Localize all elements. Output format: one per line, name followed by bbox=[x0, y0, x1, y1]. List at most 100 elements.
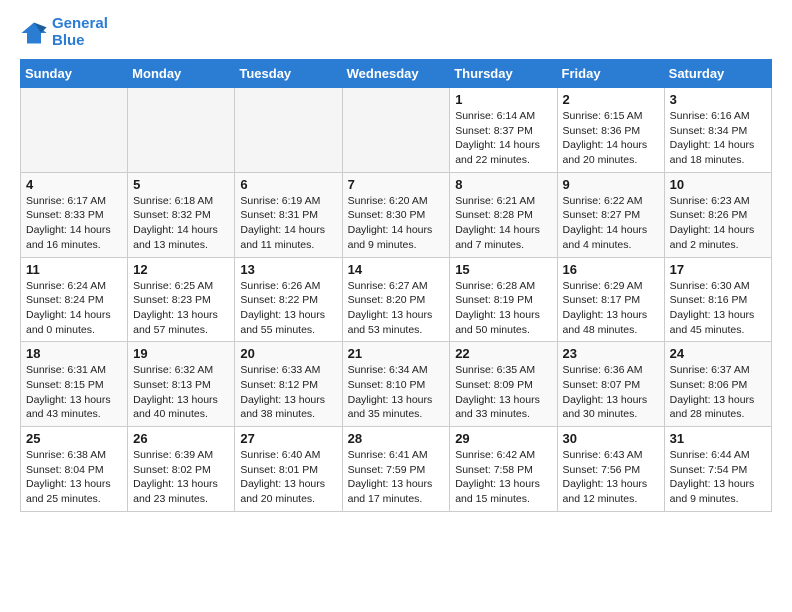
calendar-header-row: SundayMondayTuesdayWednesdayThursdayFrid… bbox=[21, 60, 772, 88]
weekday-header: Thursday bbox=[450, 60, 557, 88]
day-number: 14 bbox=[348, 262, 445, 277]
day-number: 22 bbox=[455, 346, 551, 361]
calendar-cell: 30 Sunrise: 6:43 AM Sunset: 7:56 PM Dayli… bbox=[557, 427, 664, 512]
day-number: 18 bbox=[26, 346, 122, 361]
day-number: 26 bbox=[133, 431, 229, 446]
day-info: Sunrise: 6:25 AM Sunset: 8:23 PM Dayligh… bbox=[133, 279, 229, 338]
logo: General Blue bbox=[20, 16, 108, 49]
day-info: Sunrise: 6:40 AM Sunset: 8:01 PM Dayligh… bbox=[240, 448, 336, 507]
day-info: Sunrise: 6:35 AM Sunset: 8:09 PM Dayligh… bbox=[455, 363, 551, 422]
calendar-cell: 18 Sunrise: 6:31 AM Sunset: 8:15 PM Dayli… bbox=[21, 342, 128, 427]
calendar-cell: 7 Sunrise: 6:20 AM Sunset: 8:30 PM Daylig… bbox=[342, 172, 450, 257]
day-info: Sunrise: 6:16 AM Sunset: 8:34 PM Dayligh… bbox=[670, 109, 766, 168]
calendar-cell: 8 Sunrise: 6:21 AM Sunset: 8:28 PM Daylig… bbox=[450, 172, 557, 257]
day-number: 8 bbox=[455, 177, 551, 192]
day-info: Sunrise: 6:19 AM Sunset: 8:31 PM Dayligh… bbox=[240, 194, 336, 253]
calendar-cell: 13 Sunrise: 6:26 AM Sunset: 8:22 PM Dayli… bbox=[235, 257, 342, 342]
calendar-cell bbox=[235, 88, 342, 173]
calendar-cell: 9 Sunrise: 6:22 AM Sunset: 8:27 PM Daylig… bbox=[557, 172, 664, 257]
day-info: Sunrise: 6:38 AM Sunset: 8:04 PM Dayligh… bbox=[26, 448, 122, 507]
calendar-cell: 14 Sunrise: 6:27 AM Sunset: 8:20 PM Dayli… bbox=[342, 257, 450, 342]
calendar-cell bbox=[342, 88, 450, 173]
day-info: Sunrise: 6:44 AM Sunset: 7:54 PM Dayligh… bbox=[670, 448, 766, 507]
logo-text: General Blue bbox=[52, 16, 108, 49]
logo-icon bbox=[20, 19, 48, 47]
day-info: Sunrise: 6:41 AM Sunset: 7:59 PM Dayligh… bbox=[348, 448, 445, 507]
day-info: Sunrise: 6:23 AM Sunset: 8:26 PM Dayligh… bbox=[670, 194, 766, 253]
day-info: Sunrise: 6:31 AM Sunset: 8:15 PM Dayligh… bbox=[26, 363, 122, 422]
calendar-cell bbox=[128, 88, 235, 173]
weekday-header: Sunday bbox=[21, 60, 128, 88]
calendar-week-row: 18 Sunrise: 6:31 AM Sunset: 8:15 PM Dayli… bbox=[21, 342, 772, 427]
weekday-header: Friday bbox=[557, 60, 664, 88]
calendar-cell: 29 Sunrise: 6:42 AM Sunset: 7:58 PM Dayli… bbox=[450, 427, 557, 512]
day-number: 6 bbox=[240, 177, 336, 192]
day-info: Sunrise: 6:42 AM Sunset: 7:58 PM Dayligh… bbox=[455, 448, 551, 507]
calendar-cell: 3 Sunrise: 6:16 AM Sunset: 8:34 PM Daylig… bbox=[664, 88, 771, 173]
day-info: Sunrise: 6:29 AM Sunset: 8:17 PM Dayligh… bbox=[563, 279, 659, 338]
day-number: 23 bbox=[563, 346, 659, 361]
day-info: Sunrise: 6:20 AM Sunset: 8:30 PM Dayligh… bbox=[348, 194, 445, 253]
day-info: Sunrise: 6:17 AM Sunset: 8:33 PM Dayligh… bbox=[26, 194, 122, 253]
calendar-cell: 4 Sunrise: 6:17 AM Sunset: 8:33 PM Daylig… bbox=[21, 172, 128, 257]
day-info: Sunrise: 6:22 AM Sunset: 8:27 PM Dayligh… bbox=[563, 194, 659, 253]
day-info: Sunrise: 6:18 AM Sunset: 8:32 PM Dayligh… bbox=[133, 194, 229, 253]
calendar-cell: 22 Sunrise: 6:35 AM Sunset: 8:09 PM Dayli… bbox=[450, 342, 557, 427]
day-number: 2 bbox=[563, 92, 659, 107]
day-info: Sunrise: 6:14 AM Sunset: 8:37 PM Dayligh… bbox=[455, 109, 551, 168]
calendar-cell: 12 Sunrise: 6:25 AM Sunset: 8:23 PM Dayli… bbox=[128, 257, 235, 342]
day-info: Sunrise: 6:21 AM Sunset: 8:28 PM Dayligh… bbox=[455, 194, 551, 253]
day-number: 13 bbox=[240, 262, 336, 277]
day-number: 19 bbox=[133, 346, 229, 361]
calendar: SundayMondayTuesdayWednesdayThursdayFrid… bbox=[20, 59, 772, 512]
calendar-cell: 31Sunrise: 6:44 AM Sunset: 7:54 PM Dayli… bbox=[664, 427, 771, 512]
weekday-header: Wednesday bbox=[342, 60, 450, 88]
weekday-header: Tuesday bbox=[235, 60, 342, 88]
calendar-cell: 2 Sunrise: 6:15 AM Sunset: 8:36 PM Daylig… bbox=[557, 88, 664, 173]
day-info: Sunrise: 6:30 AM Sunset: 8:16 PM Dayligh… bbox=[670, 279, 766, 338]
calendar-week-row: 25 Sunrise: 6:38 AM Sunset: 8:04 PM Dayli… bbox=[21, 427, 772, 512]
day-number: 27 bbox=[240, 431, 336, 446]
day-info: Sunrise: 6:34 AM Sunset: 8:10 PM Dayligh… bbox=[348, 363, 445, 422]
weekday-header: Monday bbox=[128, 60, 235, 88]
calendar-cell: 28 Sunrise: 6:41 AM Sunset: 7:59 PM Dayli… bbox=[342, 427, 450, 512]
day-number: 12 bbox=[133, 262, 229, 277]
calendar-cell: 10 Sunrise: 6:23 AM Sunset: 8:26 PM Dayli… bbox=[664, 172, 771, 257]
day-number: 5 bbox=[133, 177, 229, 192]
day-number: 30 bbox=[563, 431, 659, 446]
day-number: 29 bbox=[455, 431, 551, 446]
day-number: 28 bbox=[348, 431, 445, 446]
day-info: Sunrise: 6:43 AM Sunset: 7:56 PM Dayligh… bbox=[563, 448, 659, 507]
day-number: 4 bbox=[26, 177, 122, 192]
day-number: 25 bbox=[26, 431, 122, 446]
day-number: 1 bbox=[455, 92, 551, 107]
day-info: Sunrise: 6:33 AM Sunset: 8:12 PM Dayligh… bbox=[240, 363, 336, 422]
calendar-cell: 23Sunrise: 6:36 AM Sunset: 8:07 PM Dayli… bbox=[557, 342, 664, 427]
day-number: 7 bbox=[348, 177, 445, 192]
day-info: Sunrise: 6:15 AM Sunset: 8:36 PM Dayligh… bbox=[563, 109, 659, 168]
day-info: Sunrise: 6:28 AM Sunset: 8:19 PM Dayligh… bbox=[455, 279, 551, 338]
day-info: Sunrise: 6:27 AM Sunset: 8:20 PM Dayligh… bbox=[348, 279, 445, 338]
calendar-cell: 6 Sunrise: 6:19 AM Sunset: 8:31 PM Daylig… bbox=[235, 172, 342, 257]
day-info: Sunrise: 6:24 AM Sunset: 8:24 PM Dayligh… bbox=[26, 279, 122, 338]
calendar-cell: 17 Sunrise: 6:30 AM Sunset: 8:16 PM Dayli… bbox=[664, 257, 771, 342]
calendar-cell: 16 Sunrise: 6:29 AM Sunset: 8:17 PM Dayli… bbox=[557, 257, 664, 342]
day-number: 16 bbox=[563, 262, 659, 277]
day-info: Sunrise: 6:39 AM Sunset: 8:02 PM Dayligh… bbox=[133, 448, 229, 507]
calendar-cell: 11 Sunrise: 6:24 AM Sunset: 8:24 PM Dayli… bbox=[21, 257, 128, 342]
calendar-cell: 21Sunrise: 6:34 AM Sunset: 8:10 PM Dayli… bbox=[342, 342, 450, 427]
calendar-cell bbox=[21, 88, 128, 173]
header: General Blue bbox=[20, 16, 772, 49]
calendar-week-row: 4 Sunrise: 6:17 AM Sunset: 8:33 PM Daylig… bbox=[21, 172, 772, 257]
day-number: 3 bbox=[670, 92, 766, 107]
day-info: Sunrise: 6:32 AM Sunset: 8:13 PM Dayligh… bbox=[133, 363, 229, 422]
day-number: 9 bbox=[563, 177, 659, 192]
day-info: Sunrise: 6:37 AM Sunset: 8:06 PM Dayligh… bbox=[670, 363, 766, 422]
day-number: 11 bbox=[26, 262, 122, 277]
day-info: Sunrise: 6:26 AM Sunset: 8:22 PM Dayligh… bbox=[240, 279, 336, 338]
calendar-cell: 19 Sunrise: 6:32 AM Sunset: 8:13 PM Dayli… bbox=[128, 342, 235, 427]
weekday-header: Saturday bbox=[664, 60, 771, 88]
day-number: 17 bbox=[670, 262, 766, 277]
day-number: 10 bbox=[670, 177, 766, 192]
calendar-cell: 1 Sunrise: 6:14 AM Sunset: 8:37 PM Daylig… bbox=[450, 88, 557, 173]
